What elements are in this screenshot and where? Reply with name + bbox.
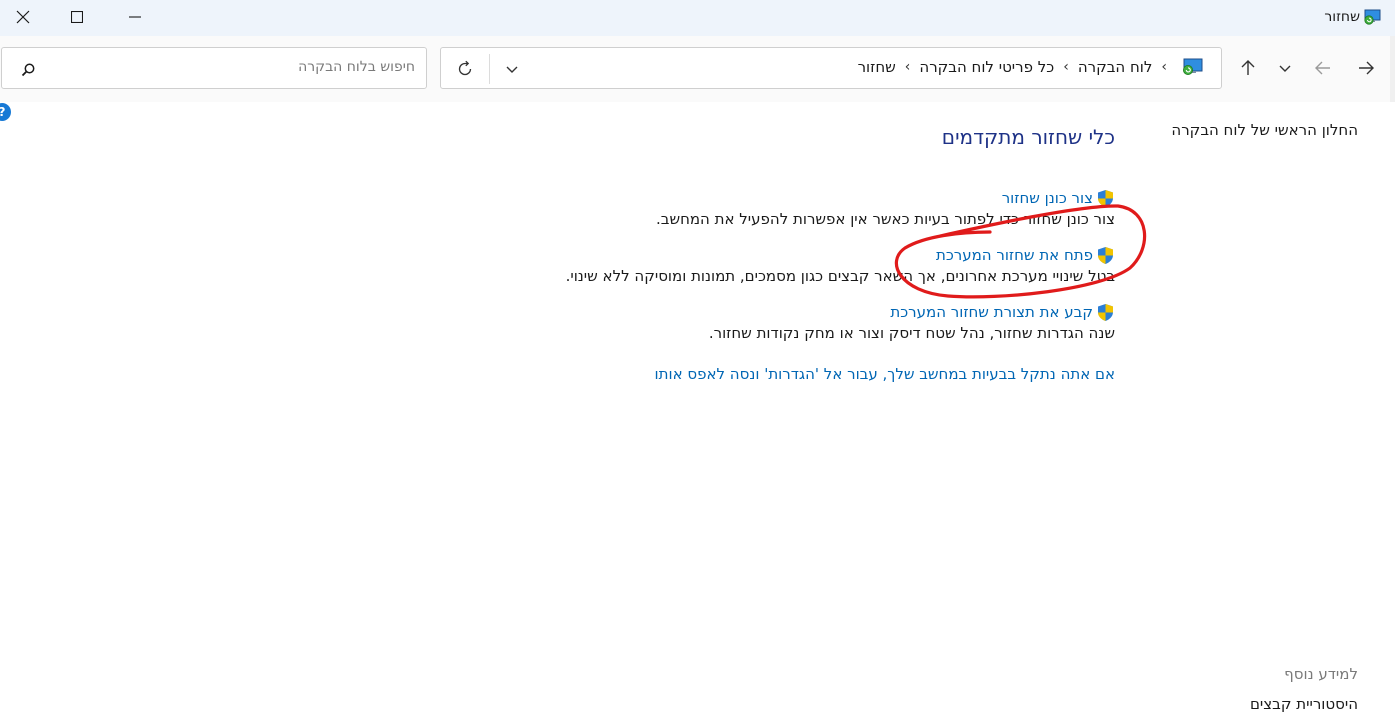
title-bar: שחזור — [0, 0, 1395, 36]
help-icon[interactable]: ? — [0, 103, 11, 121]
refresh-button[interactable] — [452, 57, 478, 81]
maximize-icon — [71, 11, 83, 23]
item-description: צור כונן שחזור כדי לפתור בעיות כאשר אין … — [656, 210, 1115, 228]
minimize-button[interactable] — [112, 0, 158, 34]
item-title-text[interactable]: פתח את שחזור המערכת — [936, 246, 1093, 264]
navigation-bar: חיפוש בלוח הבקרה › לוח הבקרה › כל פריטי … — [0, 36, 1395, 102]
list-item: צור כונן שחזור צור כונן שחזור כדי לפתור … — [535, 188, 1115, 230]
see-also-label: למידע נוסף — [1284, 665, 1358, 683]
create-recovery-drive-link[interactable]: צור כונן שחזור — [535, 188, 1115, 208]
window-edge — [1390, 36, 1395, 102]
open-system-restore-link[interactable]: פתח את שחזור המערכת — [535, 245, 1115, 265]
chevron-right-icon[interactable]: › — [1161, 59, 1167, 75]
recent-locations-icon — [1279, 65, 1291, 72]
recovery-icon — [1364, 9, 1381, 25]
back-icon — [1315, 61, 1330, 75]
back-button[interactable] — [1311, 56, 1335, 80]
refresh-icon — [458, 60, 472, 76]
forward-icon — [1359, 61, 1374, 75]
search-icon — [21, 63, 35, 77]
breadcrumb: › לוח הבקרה › כל פריטי לוח הבקרה › שחזור — [858, 58, 1203, 76]
forward-button[interactable] — [1354, 56, 1378, 80]
main-content: כלי שחזור מתקדמים צור כונן שחזור צור כונ… — [535, 125, 1115, 383]
uac-shield-icon — [1098, 246, 1113, 264]
up-icon — [1241, 60, 1255, 75]
item-description: בטל שינויי מערכת אחרונים, אך השאר קבצים … — [565, 267, 1115, 285]
up-button[interactable] — [1236, 56, 1260, 80]
close-icon — [16, 10, 30, 24]
chevron-right-icon[interactable]: › — [905, 59, 911, 75]
chevron-right-icon[interactable]: › — [1063, 59, 1069, 75]
item-title-text[interactable]: צור כונן שחזור — [1002, 189, 1093, 207]
close-button[interactable] — [0, 0, 46, 34]
item-title-text[interactable]: קבע את תצורת שחזור המערכת — [890, 303, 1093, 321]
control-panel-icon — [1183, 58, 1203, 75]
list-item: קבע את תצורת שחזור המערכת שנה הגדרות שחז… — [535, 302, 1115, 344]
page-title: כלי שחזור מתקדמים — [941, 125, 1115, 149]
uac-shield-icon — [1098, 189, 1113, 207]
breadcrumb-recovery[interactable]: שחזור — [858, 58, 896, 76]
search-placeholder: חיפוש בלוח הבקרה — [298, 59, 415, 75]
item-description: שנה הגדרות שחזור, נהל שטח דיסק וצור או מ… — [708, 324, 1115, 342]
address-dropdown-button[interactable] — [500, 57, 524, 81]
list-item: פתח את שחזור המערכת בטל שינויי מערכת אחר… — [535, 245, 1115, 287]
control-panel-home-link[interactable]: החלון הראשי של לוח הבקרה — [1171, 121, 1358, 139]
configure-system-restore-link[interactable]: קבע את תצורת שחזור המערכת — [535, 302, 1115, 322]
uac-shield-icon — [1098, 303, 1113, 321]
minimize-icon — [129, 16, 141, 18]
recent-locations-button[interactable] — [1273, 56, 1297, 80]
breadcrumb-all-items[interactable]: כל פריטי לוח הבקרה — [919, 58, 1054, 76]
reset-pc-link[interactable]: אם אתה נתקל בבעיות במחשב שלך, עבור אל 'ה… — [535, 365, 1115, 383]
address-divider — [489, 54, 490, 84]
window-title: שחזור — [1324, 9, 1360, 25]
maximize-button[interactable] — [54, 0, 100, 34]
address-bar[interactable]: › לוח הבקרה › כל פריטי לוח הבקרה › שחזור — [440, 47, 1222, 89]
address-dropdown-icon — [506, 66, 518, 73]
breadcrumb-control-panel[interactable]: לוח הבקרה — [1078, 58, 1153, 76]
file-history-link[interactable]: היסטוריית קבצים — [1250, 695, 1358, 713]
search-input[interactable]: חיפוש בלוח הבקרה — [1, 47, 427, 89]
